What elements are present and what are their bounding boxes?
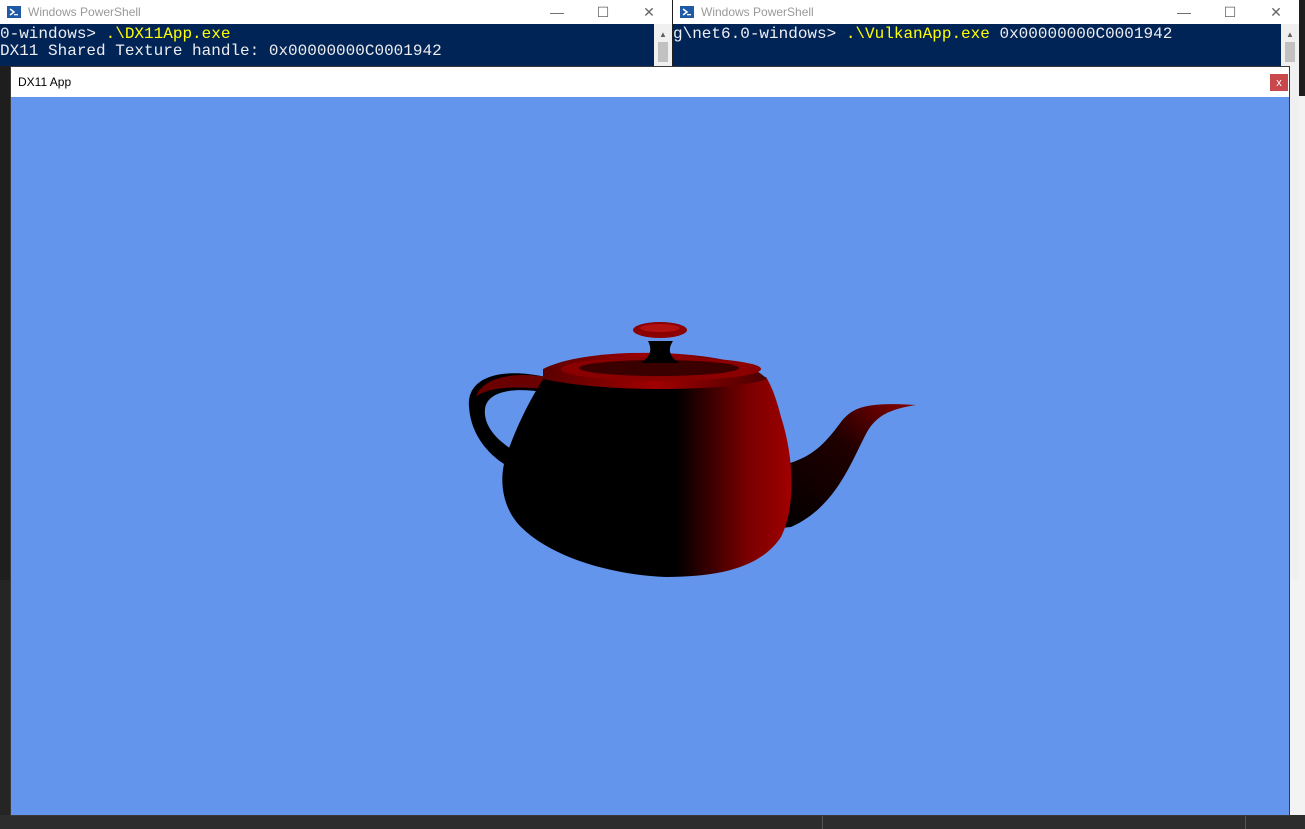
console-command: .\VulkanApp.exe	[845, 25, 990, 43]
console-prompt: 0-windows>	[0, 25, 106, 43]
powershell-left-title: Windows PowerShell	[28, 5, 141, 19]
close-button[interactable]: ✕	[626, 0, 672, 24]
console-argument: 0x00000000C0001942	[989, 25, 1173, 43]
powershell-icon	[679, 5, 695, 19]
dx11-app-window[interactable]: DX11 App x	[10, 66, 1290, 816]
teapot-knob	[641, 341, 679, 363]
background-editor-panel	[0, 580, 10, 829]
render-viewport[interactable]	[11, 97, 1289, 815]
powershell-left-console[interactable]: 0-windows> .\DX11App.exe DX11 Shared Tex…	[0, 24, 654, 66]
minimize-button[interactable]: —	[1161, 0, 1207, 24]
powershell-window-left[interactable]: Windows PowerShell — ☐ ✕ 0-windows> .\DX…	[0, 0, 672, 66]
powershell-right-titlebar[interactable]: Windows PowerShell — ☐ ✕	[673, 0, 1299, 24]
console-prompt: g\net6.0-windows>	[673, 25, 846, 43]
scroll-up-icon[interactable]: ▲	[1281, 26, 1299, 42]
powershell-icon	[6, 5, 22, 19]
console-command: .\DX11App.exe	[105, 25, 231, 43]
maximize-button[interactable]: ☐	[580, 0, 626, 24]
close-button[interactable]: x	[1270, 74, 1288, 91]
background-status-area	[0, 815, 1305, 829]
powershell-left-titlebar[interactable]: Windows PowerShell — ☐ ✕	[0, 0, 672, 24]
maximize-button[interactable]: ☐	[1207, 0, 1253, 24]
close-button[interactable]: ✕	[1253, 0, 1299, 24]
teapot-body	[502, 375, 792, 577]
dx11-window-title: DX11 App	[18, 75, 72, 89]
dx11-titlebar[interactable]: DX11 App x	[11, 67, 1289, 97]
scroll-thumb[interactable]	[1285, 42, 1295, 62]
teapot-spout	[771, 404, 916, 529]
powershell-right-title: Windows PowerShell	[701, 5, 814, 19]
scroll-up-icon[interactable]: ▲	[654, 26, 672, 42]
minimize-button[interactable]: —	[534, 0, 580, 24]
scroll-thumb[interactable]	[658, 42, 668, 62]
powershell-left-scrollbar[interactable]: ▲	[654, 24, 672, 66]
console-output-line: DX11 Shared Texture handle: 0x00000000C0…	[0, 42, 442, 60]
teapot-render	[468, 322, 916, 577]
